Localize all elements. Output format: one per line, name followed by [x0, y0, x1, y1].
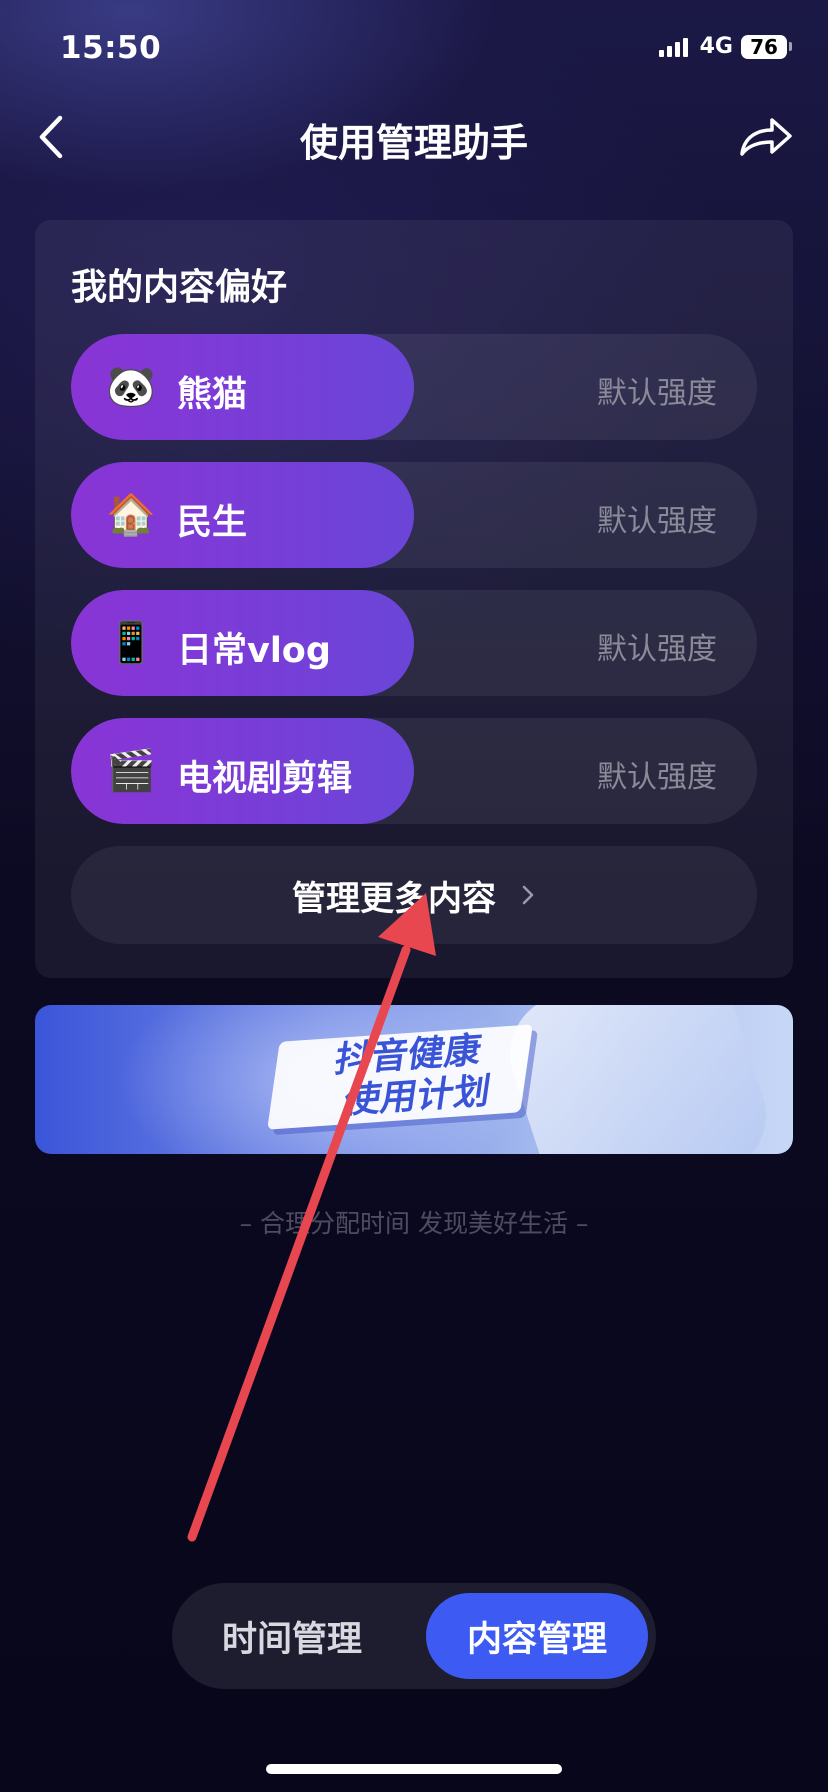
- card-title: 我的内容偏好: [71, 267, 288, 308]
- slogan: – 合理分配时间 发现美好生活 –: [239, 1209, 589, 1238]
- preference-label: 电视剧剪辑: [177, 759, 353, 799]
- battery-icon: 76: [741, 34, 787, 59]
- banner-decoration: [494, 1005, 782, 1154]
- home-indicator[interactable]: [266, 1764, 562, 1774]
- tab-content-management[interactable]: 内容管理: [426, 1593, 648, 1679]
- preference-strength: 默认强度: [597, 760, 717, 795]
- preference-label: 熊猫: [177, 375, 248, 415]
- preference-strength: 默认强度: [597, 376, 717, 411]
- status-indicators: 4G 76: [658, 34, 792, 59]
- manage-more-content-button[interactable]: 管理更多内容: [71, 846, 757, 944]
- preference-item-tv-clips[interactable]: 🎬 电视剧剪辑 默认强度: [71, 718, 757, 824]
- battery-tip: [789, 42, 792, 51]
- chevron-right-icon: [522, 885, 534, 905]
- content-preferences-card: 我的内容偏好 🐼 熊猫 默认强度 🏠 民生 默认强度 📱 日常vlog 默认强度…: [35, 220, 793, 978]
- panda-icon: 🐼: [106, 364, 156, 410]
- battery-level: 76: [750, 34, 778, 59]
- house-hand-icon: 🏠: [106, 492, 156, 538]
- tab-time-management[interactable]: 时间管理: [172, 1583, 412, 1689]
- banner-text: 抖音健康 使用计划: [278, 1027, 533, 1128]
- manage-more-label: 管理更多内容: [292, 878, 496, 919]
- health-plan-banner[interactable]: 抖音健康 使用计划: [35, 1005, 793, 1154]
- phone-icon: 📱: [106, 620, 156, 666]
- clapperboard-icon: 🎬: [106, 748, 156, 794]
- preference-item-panda[interactable]: 🐼 熊猫 默认强度: [71, 334, 757, 440]
- share-button[interactable]: [738, 114, 794, 162]
- status-time: 15:50: [60, 30, 162, 66]
- screen: 15:50 4G 76 使用管理助手 我的内容偏好 🐼 熊猫 默认强度 🏠 民生…: [0, 0, 828, 1792]
- preference-item-vlog[interactable]: 📱 日常vlog 默认强度: [71, 590, 757, 696]
- preference-label: 日常vlog: [177, 631, 331, 671]
- page-title: 使用管理助手: [299, 121, 528, 165]
- share-arrow-icon: [740, 118, 792, 156]
- preference-item-livelihood[interactable]: 🏠 民生 默认强度: [71, 462, 757, 568]
- network-type: 4G: [699, 34, 733, 59]
- preference-label: 民生: [177, 503, 248, 543]
- management-tab-switch: 时间管理 内容管理: [172, 1583, 656, 1689]
- signal-icon: [658, 37, 688, 57]
- preference-strength: 默认强度: [597, 504, 717, 539]
- preference-strength: 默认强度: [597, 632, 717, 667]
